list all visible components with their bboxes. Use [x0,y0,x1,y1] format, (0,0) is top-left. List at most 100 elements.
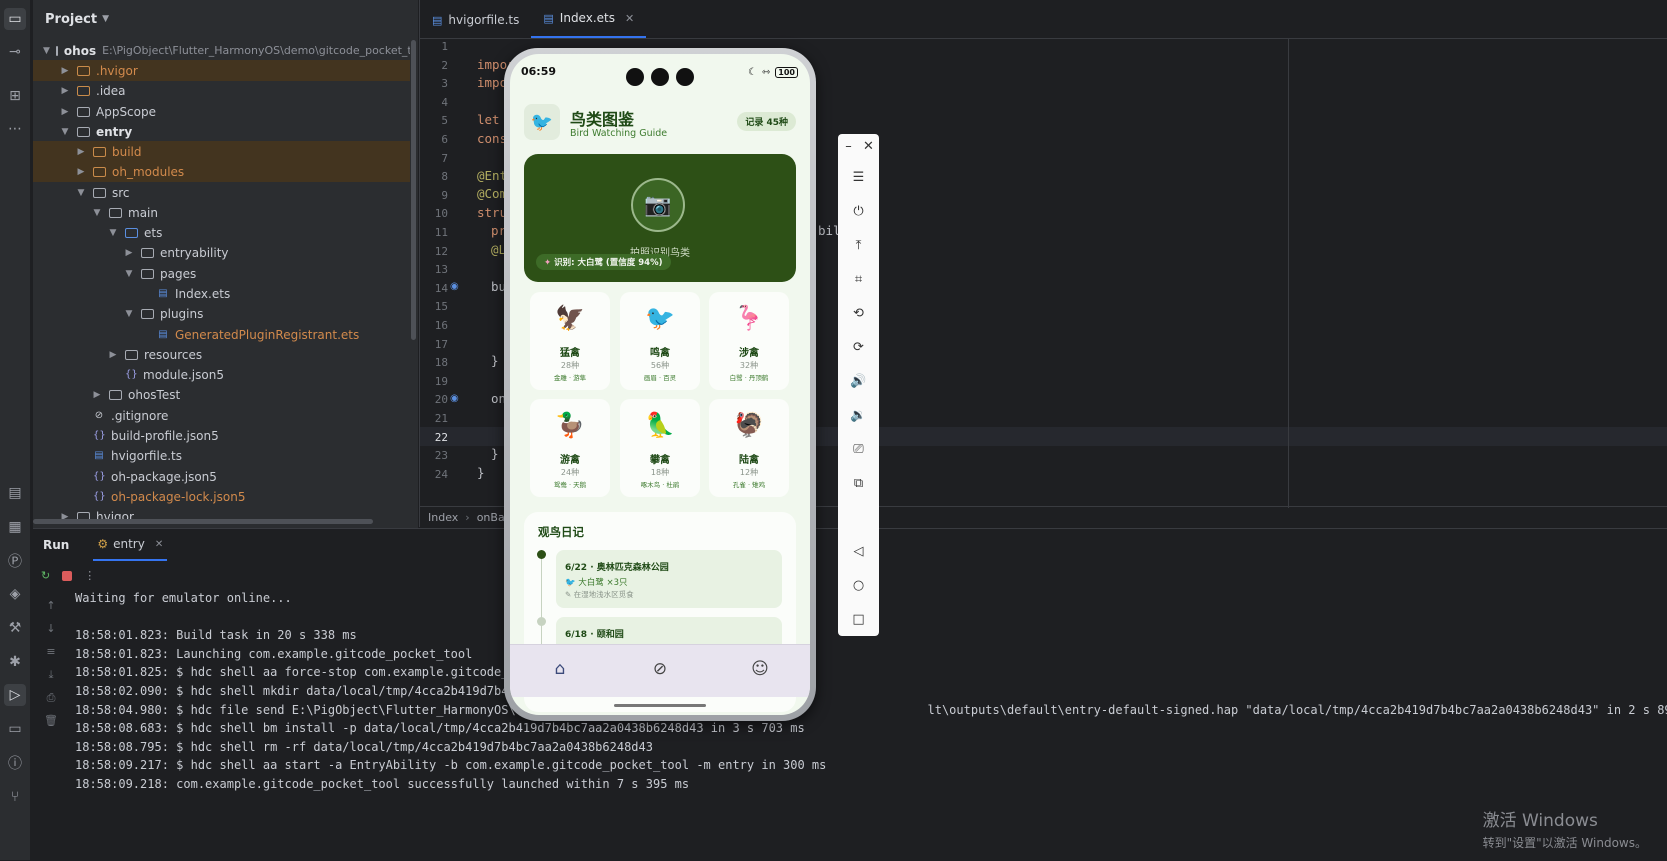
code-line-9[interactable]: @Com [477,186,507,201]
code-line-10[interactable]: stru [477,205,507,220]
code-line-24[interactable]: } [477,465,485,480]
close-icon[interactable]: ✕ [848,139,889,154]
more-options-icon[interactable]: ⋮ [84,569,95,582]
project-vertical-scrollbar[interactable] [411,40,416,340]
tree-item-ohostest[interactable]: ▶ ohosTest [33,384,410,405]
project-horizontal-scrollbar[interactable] [33,519,373,524]
code-line-23[interactable]: } [491,446,499,461]
debug-icon[interactable]: ✱ [4,651,26,673]
chevron-right-icon[interactable]: ▶ [59,86,71,96]
diary-entry[interactable]: 6/22 · 奥林匹克森林公园 🐦 大白鹭 ×3只 ✎ 在湿地浅水区觅食 [556,550,782,608]
soft-wrap-icon[interactable]: ≡ [41,645,61,668]
chevron-down-icon[interactable]: ▼ [107,228,119,238]
crop-screenshot-icon[interactable]: ⌗ [838,272,879,287]
volume-down-icon[interactable]: 🔉 [838,408,879,423]
tree-item-oh-package-lock[interactable]: {} oh-package-lock.json5 [33,486,410,507]
chevron-down-icon[interactable]: ▼ [102,14,109,24]
tree-item-build[interactable]: ▶ build [33,141,410,162]
tree-item-oh-package[interactable]: {} oh-package.json5 [33,466,410,487]
pin-top-icon[interactable]: ⤒ [838,238,879,253]
category-card-waterfowl[interactable]: 🦆 游禽 24种 鸳鸯 · 天鹅 [530,399,610,497]
tree-item-entry[interactable]: ▼ entry [33,121,410,142]
arrow-up-icon[interactable]: ↑ [41,599,61,622]
tab-index-ets[interactable]: ▤ Index.ets ✕ [531,0,647,38]
code-line-8[interactable]: @Ent [477,168,507,183]
code-line-6[interactable]: cons [477,131,507,146]
chevron-right-icon[interactable]: ▶ [75,147,87,157]
category-card-raptors[interactable]: 🦅 猛禽 28种 金雕 · 游隼 [530,292,610,390]
tree-item-module-json5[interactable]: {} module.json5 [33,364,410,385]
project-folder-icon[interactable]: ▭ [4,8,26,30]
problems-icon[interactable]: ⓘ [4,752,26,774]
power-icon[interactable]: ⏻ [838,204,879,219]
chevron-right-icon[interactable]: ▶ [59,107,71,117]
chevron-down-icon[interactable]: ▼ [123,309,135,319]
tree-item-oh-modules[interactable]: ▶ oh_modules [33,161,410,182]
recents-icon[interactable]: □ [838,612,879,627]
camera-icon[interactable]: 📷 [631,178,685,232]
chevron-right-icon[interactable]: ▶ [107,350,119,360]
home-icon[interactable]: ⌂ [548,659,572,683]
code-line-18[interactable]: } [491,353,499,368]
tree-item-build-profile[interactable]: {} build-profile.json5 [33,425,410,446]
home-circle-icon[interactable]: ○ [838,578,879,593]
run-tab-entry[interactable]: ⚙ entry ✕ [93,529,168,561]
chevron-down-icon[interactable]: ▼ [123,269,135,279]
chevron-down-icon[interactable]: ▼ [59,127,71,137]
tree-item-hvigor-dir[interactable]: ▶ .hvigor [33,60,410,81]
terminal-log-icon[interactable]: ▤ [4,482,26,504]
chevron-right-icon[interactable]: ▶ [91,390,103,400]
tab-hvigorfile[interactable]: ▤ hvigorfile.ts [420,2,531,38]
tree-item-ets[interactable]: ▼ ets [33,222,410,243]
tree-root-ohos[interactable]: ▼ ohos E:\PigObject\Flutter_HarmonyOS\de… [33,40,410,61]
run-icon[interactable]: ▷ [4,684,26,706]
chevron-right-icon[interactable]: ▶ [123,248,135,258]
tree-item-pages[interactable]: ▼ pages [33,263,410,284]
category-card-waders[interactable]: 🦩 涉禽 32种 白鹭 · 丹顶鹤 [709,292,789,390]
tree-item-main[interactable]: ▼ main [33,202,410,223]
tree-item-entryability[interactable]: ▶ entryability [33,242,410,263]
tree-item-gitignore[interactable]: ⊘ .gitignore [33,405,410,426]
trash-icon[interactable]: 🗑 [41,714,61,737]
structure-icon[interactable]: ⊞ [4,85,26,107]
profile-icon[interactable]: ☺ [748,659,772,683]
layout-icon[interactable]: ▦ [4,516,26,538]
chevron-down-icon[interactable]: ▼ [43,46,50,56]
profiler-icon[interactable]: Ⓟ [4,550,26,572]
multi-device-icon[interactable]: ⧉ [838,476,879,491]
back-icon[interactable]: ◁ [838,544,879,559]
compass-icon[interactable]: ⊘ [648,659,672,683]
fold-icon[interactable]: ⎚ [838,442,879,457]
category-card-climbers[interactable]: 🦜 攀禽 18种 啄木鸟 · 杜鹃 [620,399,700,497]
stop-icon[interactable] [62,571,73,581]
tree-item-index-ets[interactable]: ▤ Index.ets [33,283,410,304]
code-line-5[interactable]: let [477,112,500,127]
rotate-right-icon[interactable]: ⟳ [838,340,879,355]
tree-item-resources[interactable]: ▶ resources [33,344,410,365]
chevron-right-icon[interactable]: ▶ [75,167,87,177]
home-indicator[interactable] [614,704,706,707]
more-tools-icon[interactable]: ⋯ [4,118,26,140]
print-icon[interactable]: ⎙ [41,691,61,714]
tree-item-plugins[interactable]: ▼ plugins [33,303,410,324]
commit-icon[interactable]: ⊸ [4,41,26,63]
category-card-songbirds[interactable]: 🐦 鸣禽 56种 画眉 · 百灵 [620,292,700,390]
scroll-to-end-icon[interactable]: ⤓ [41,668,61,691]
terminal-icon[interactable]: ▭ [4,718,26,740]
close-icon[interactable]: ✕ [155,539,163,550]
arrow-down-icon[interactable]: ↓ [41,622,61,645]
services-icon[interactable]: ◈ [4,583,26,605]
rerun-icon[interactable]: ↻ [41,569,50,582]
chevron-down-icon[interactable]: ▼ [75,188,87,198]
photo-identify-card[interactable]: 📷 拍照识别鸟类 ✦ 识别: 大白鹭 (置信度 94%) [524,154,796,282]
gutter-override-icon[interactable]: ◉ [450,281,459,292]
git-icon[interactable]: ⑂ [4,786,26,808]
record-badge[interactable]: 记录 45种 [737,112,796,131]
tree-item-generated-plugin-registrant[interactable]: ▤ GeneratedPluginRegistrant.ets [33,324,410,345]
build-icon[interactable]: ⚒ [4,617,26,639]
menu-icon[interactable]: ☰ [838,170,879,185]
chevron-right-icon[interactable]: ▶ [59,66,71,76]
phone-screen[interactable]: 06:59 ☾ ⇿ 100 🐦 鸟类图鉴 Bird Watching Guide… [510,54,810,715]
category-card-landfowl[interactable]: 🦃 陆禽 12种 孔雀 · 雉鸡 [709,399,789,497]
project-panel-header[interactable]: Project ▼ [33,0,418,38]
